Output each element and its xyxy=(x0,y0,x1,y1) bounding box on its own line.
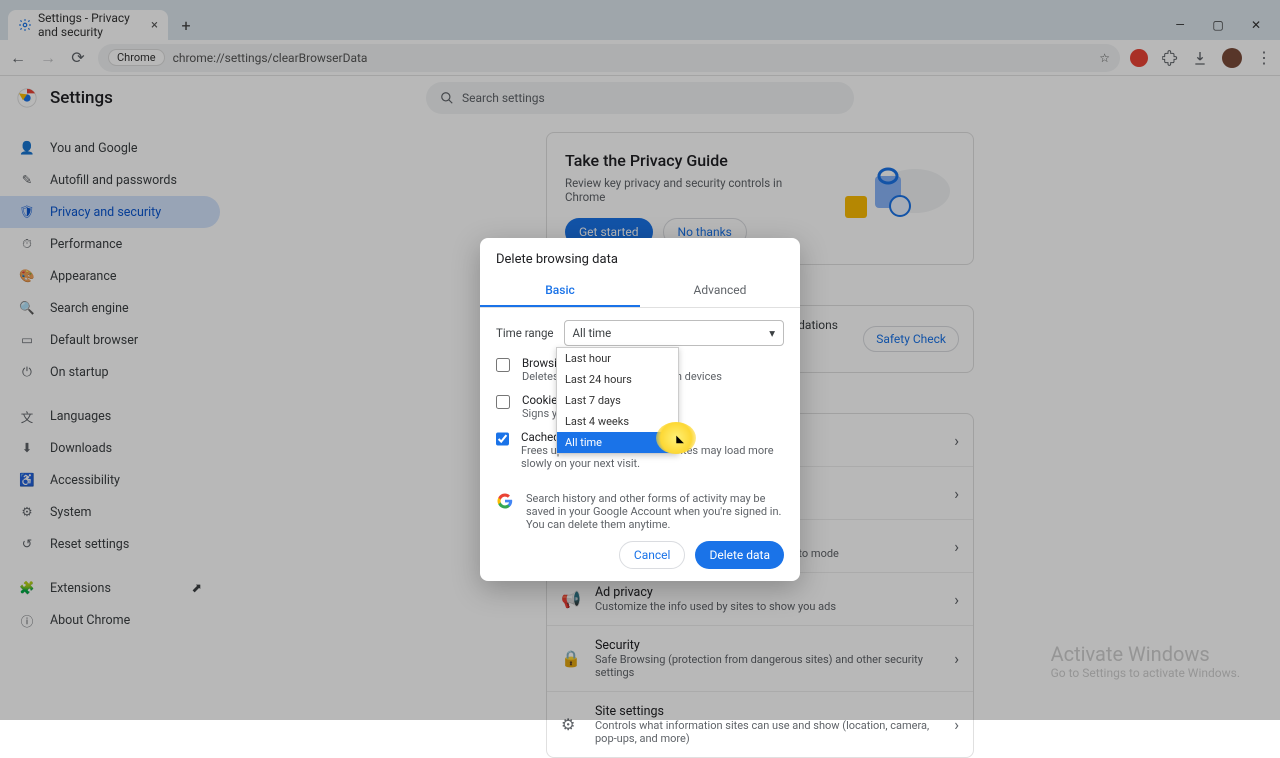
cursor-icon: ◣ xyxy=(676,434,684,445)
option-last-hour[interactable]: Last hour xyxy=(557,348,678,369)
time-range-label: Time range xyxy=(496,326,554,340)
checkbox-browsing-history[interactable] xyxy=(496,358,510,372)
time-range-select[interactable]: All time ▾ xyxy=(564,320,784,346)
checkbox-cached-images[interactable] xyxy=(496,432,509,446)
windows-activation-watermark: Activate Windows Go to Settings to activ… xyxy=(1051,642,1240,680)
time-range-dropdown: Last hour Last 24 hours Last 7 days Last… xyxy=(556,347,679,454)
delete-data-button[interactable]: Delete data xyxy=(695,541,784,569)
option-last-4-weeks[interactable]: Last 4 weeks xyxy=(557,411,678,432)
google-g-icon xyxy=(496,492,514,510)
search-history-link[interactable]: Search history xyxy=(526,492,596,505)
option-last-24-hours[interactable]: Last 24 hours xyxy=(557,369,678,390)
chevron-down-icon: ▾ xyxy=(769,326,775,340)
delete-browsing-data-modal: Delete browsing data Basic Advanced Time… xyxy=(480,238,800,581)
tab-advanced[interactable]: Advanced xyxy=(640,275,800,307)
cancel-button[interactable]: Cancel xyxy=(619,541,686,569)
signin-note: Search history and other forms of activi… xyxy=(526,492,784,531)
option-all-time[interactable]: All time ◣ xyxy=(557,432,678,453)
other-forms-link[interactable]: other forms of activity xyxy=(619,492,727,505)
checkbox-cookies[interactable] xyxy=(496,395,510,409)
modal-title: Delete browsing data xyxy=(480,238,800,275)
tab-basic[interactable]: Basic xyxy=(480,275,640,307)
option-last-7-days[interactable]: Last 7 days xyxy=(557,390,678,411)
